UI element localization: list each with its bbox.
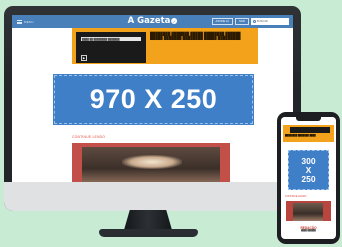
phone-screen: ████████ ███████ ████ 300 X 250 CONTINUE… [281, 117, 336, 239]
menu-button[interactable]: MENU [17, 19, 34, 24]
phone-notch [296, 117, 321, 121]
monitor-chin [4, 182, 301, 211]
phone-promo-block[interactable]: ████████ ███████ ████ [283, 125, 334, 142]
site-header: MENU A Gazeta ✓ ASSINE JÁ SAIR BUSCAR [12, 15, 293, 28]
search-input[interactable]: BUSCAR [251, 18, 289, 25]
hamburger-icon [17, 19, 22, 24]
monitor-stand-base [99, 229, 198, 237]
phone-promo-video[interactable] [290, 127, 330, 133]
promo-video-caption: ████ ██ ████████ ███████ [81, 37, 141, 41]
article-photo [82, 147, 220, 182]
ad-size-label: 970 X 250 [89, 84, 218, 114]
brand-badge-icon: ✓ [171, 18, 178, 24]
ad-size-line-3: 250 [301, 173, 316, 184]
site-logo[interactable]: A Gazeta ✓ [128, 16, 178, 26]
desktop-monitor: MENU A Gazeta ✓ ASSINE JÁ SAIR BUSCAR ██… [4, 6, 301, 211]
monitor-stand-neck [124, 210, 172, 230]
ad-banner-300x250[interactable]: 300 X 250 [288, 150, 329, 190]
phone-article-photo [293, 203, 323, 221]
article-image[interactable] [72, 143, 230, 182]
brand-name: A Gazeta [127, 16, 171, 26]
header-actions: ASSINE JÁ SAIR BUSCAR [211, 18, 289, 25]
promo-block[interactable]: ████ ██ ████████ ███████ ▶ ████████ ████… [72, 28, 258, 64]
photo-light [122, 155, 182, 169]
phone-section-label: CONTINUE LENDO [285, 195, 307, 198]
desktop-screen: MENU A Gazeta ✓ ASSINE JÁ SAIR BUSCAR ██… [12, 15, 293, 182]
phone-article-image[interactable] [286, 201, 331, 221]
menu-label: MENU [24, 19, 34, 24]
promo-text: ████████ ███████ █████ ████████ ██████ █… [150, 32, 241, 41]
search-icon [253, 20, 256, 23]
phone-promo-text: ████████ ███████ ████ [285, 135, 316, 137]
phone-footer-logo[interactable]: REDAÇÃO ████ ██████ [296, 226, 321, 234]
section-label: CONTINUE LENDO [72, 135, 106, 139]
mobile-phone: ████████ ███████ ████ 300 X 250 CONTINUE… [277, 112, 340, 244]
logout-button[interactable]: SAIR [234, 18, 249, 25]
search-placeholder: BUSCAR [257, 20, 268, 23]
footer-logo-sub: ████ ██████ [301, 230, 316, 232]
promo-video[interactable]: ████ ██ ████████ ███████ ▶ [76, 32, 146, 63]
ad-banner-970x250[interactable]: 970 X 250 [53, 74, 254, 125]
subscribe-button[interactable]: ASSINE JÁ [211, 18, 233, 25]
play-icon[interactable]: ▶ [81, 55, 87, 61]
